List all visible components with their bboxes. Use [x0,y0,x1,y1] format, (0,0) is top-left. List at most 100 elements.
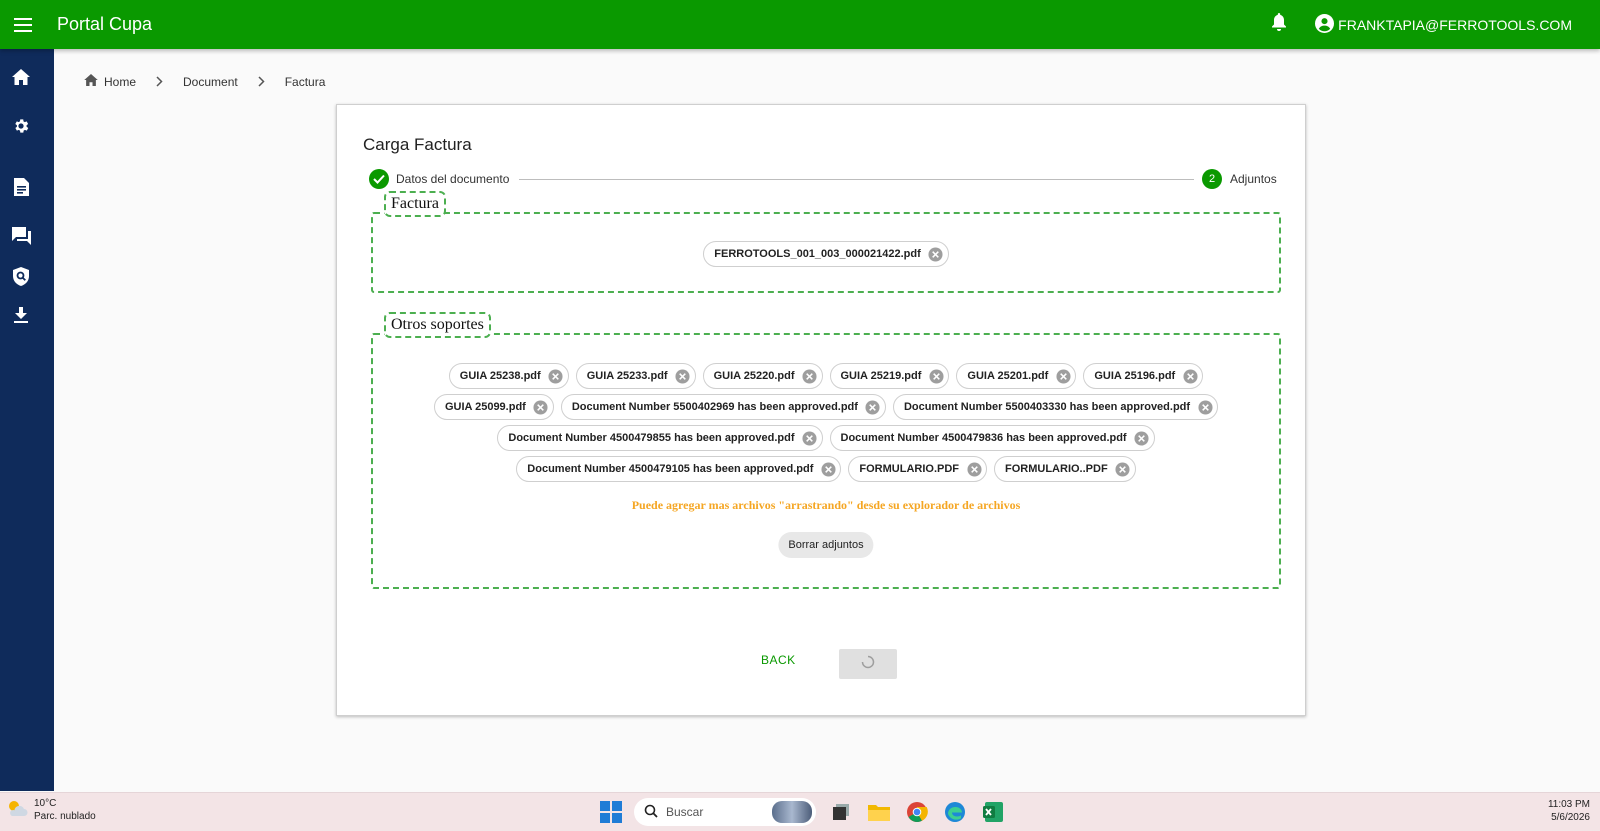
user-email: FRANKTAPIA@FERROTOOLS.COM [1338,16,1572,33]
file-chip-row: Document Number 4500479105 has been appr… [373,456,1279,482]
step-adjuntos-label: Adjuntos [1230,172,1277,186]
step-connector [519,179,1194,180]
top-app-bar: Portal Cupa FRANKTAPIA@FERROTOOLS.COM [0,0,1600,49]
chat-icon[interactable] [10,225,32,247]
remove-file-icon[interactable] [1182,368,1198,384]
home-icon[interactable] [10,66,32,88]
file-chip: GUIA 25196.pdf [1083,363,1204,389]
file-chip-label: Document Number 5500403330 has been appr… [903,401,1191,413]
remove-file-icon[interactable] [1197,399,1213,415]
chrome-icon[interactable] [904,799,930,825]
clear-attachments-button[interactable]: Borrar adjuntos [778,532,874,558]
file-chip-label: GUIA 25238.pdf [459,370,541,382]
file-chip-label: FERROTOOLS_001_003_000021422.pdf [714,248,921,260]
remove-file-icon[interactable] [928,246,944,262]
breadcrumb: Home Document Factura [84,74,325,89]
file-chip-row: GUIA 25238.pdf GUIA 25233.pdf GUIA 25220.p… [373,363,1279,389]
remove-file-icon[interactable] [548,368,564,384]
page-title: Carga Factura [363,135,472,154]
drag-hint: Puede agregar mas archivos "arrastrando"… [631,498,1021,512]
remove-file-icon[interactable] [1055,368,1071,384]
excel-icon[interactable] [980,799,1006,825]
search-highlight-image [772,801,812,823]
file-chip-row: Document Number 4500479855 has been appr… [373,425,1279,451]
step-number: 2 [1202,169,1222,189]
bell-icon[interactable] [1271,13,1287,36]
file-chip: Document Number 5500403330 has been appr… [892,394,1219,420]
search-icon [644,804,658,821]
weather-widget[interactable]: 10°C Parc. nublado [6,797,96,823]
menu-icon[interactable] [0,2,46,48]
breadcrumb-document[interactable]: Document [183,75,238,89]
remove-file-icon[interactable] [802,430,818,446]
file-chip-label: GUIA 25099.pdf [444,401,526,413]
stepper: Datos del documento 2 Adjuntos [369,167,1277,191]
clock-date: 5/6/2026 [1551,812,1590,823]
factura-dropzone[interactable]: FERROTOOLS_001_003_000021422.pdf [371,212,1281,293]
factura-legend: Factura [384,191,446,217]
file-chip-label: Document Number 4500479105 has been appr… [527,463,814,475]
file-chip: GUIA 25233.pdf [575,363,696,389]
file-chip: Document Number 4500479836 has been appr… [829,425,1155,451]
file-chip: GUIA 25201.pdf [956,363,1077,389]
chevron-right-icon [258,76,265,87]
document-icon[interactable] [10,176,32,198]
file-chip-label: FORMULARIO..PDF [1005,463,1108,475]
spinner-icon [861,655,875,674]
remove-file-icon[interactable] [533,399,549,415]
settings-icon[interactable] [10,115,32,137]
step-adjuntos[interactable]: 2 Adjuntos [1202,169,1277,189]
weather-temp: 10°C [34,798,57,809]
factura-file-list: FERROTOOLS_001_003_000021422.pdf [373,241,1279,267]
file-chip: Document Number 4500479855 has been appr… [497,425,823,451]
file-chip-label: Document Number 4500479836 has been appr… [840,432,1127,444]
file-chip: FERROTOOLS_001_003_000021422.pdf [703,241,949,267]
cloud-sun-icon [6,798,28,823]
clock-time: 11:03 PM [1547,799,1590,810]
breadcrumb-home[interactable]: Home [84,74,136,89]
file-chip: GUIA 25099.pdf [433,394,554,420]
file-chip-label: GUIA 25196.pdf [1094,370,1176,382]
download-icon[interactable] [10,304,32,326]
file-chip: GUIA 25220.pdf [702,363,823,389]
file-chip-label: GUIA 25219.pdf [840,370,922,382]
step-datos[interactable]: Datos del documento [369,169,509,189]
system-clock[interactable]: 11:03 PM 5/6/2026 [1548,798,1590,824]
remove-file-icon[interactable] [865,399,881,415]
next-button-loading[interactable] [839,649,897,679]
remove-file-icon[interactable] [1134,430,1150,446]
task-view-icon[interactable] [828,799,854,825]
step-datos-label: Datos del documento [396,172,510,186]
edge-icon[interactable] [942,799,968,825]
otros-legend: Otros soportes [384,312,491,338]
sidebar [0,49,54,791]
file-chip-label: FORMULARIO.PDF [859,463,960,475]
app-title: Portal Cupa [57,14,153,34]
remove-file-icon[interactable] [928,368,944,384]
remove-file-icon[interactable] [820,461,836,477]
file-chip: GUIA 25238.pdf [448,363,569,389]
weather-desc: Parc. nublado [34,811,96,822]
file-chip-row: GUIA 25099.pdf Document Number 5500402969… [373,394,1279,420]
otros-dropzone[interactable]: GUIA 25238.pdf GUIA 25233.pdf GUIA 25220.p… [371,333,1281,589]
search-shield-icon[interactable] [10,265,32,287]
file-chip-label: Document Number 5500402969 has been appr… [571,401,858,413]
remove-file-icon[interactable] [1115,461,1131,477]
windows-start-icon[interactable] [600,801,622,823]
back-button[interactable]: BACK [761,653,796,667]
file-chip: Document Number 4500479105 has been appr… [516,456,842,482]
file-chip: GUIA 25219.pdf [829,363,950,389]
home-icon [84,74,98,89]
remove-file-icon[interactable] [675,368,691,384]
taskbar-search[interactable]: Buscar [634,798,816,826]
file-chip: FORMULARIO.PDF [848,456,988,482]
chevron-right-icon [156,76,163,87]
remove-file-icon[interactable] [966,461,982,477]
remove-file-icon[interactable] [802,368,818,384]
os-taskbar: 10°C Parc. nublado Buscar 11:03 PM 5/6/2… [0,792,1600,831]
file-chip: Document Number 5500402969 has been appr… [560,394,886,420]
file-chip-label: GUIA 25220.pdf [713,370,795,382]
check-icon [369,169,389,189]
file-explorer-icon[interactable] [866,799,892,825]
user-menu[interactable]: FRANKTAPIA@FERROTOOLS.COM [1315,13,1572,36]
